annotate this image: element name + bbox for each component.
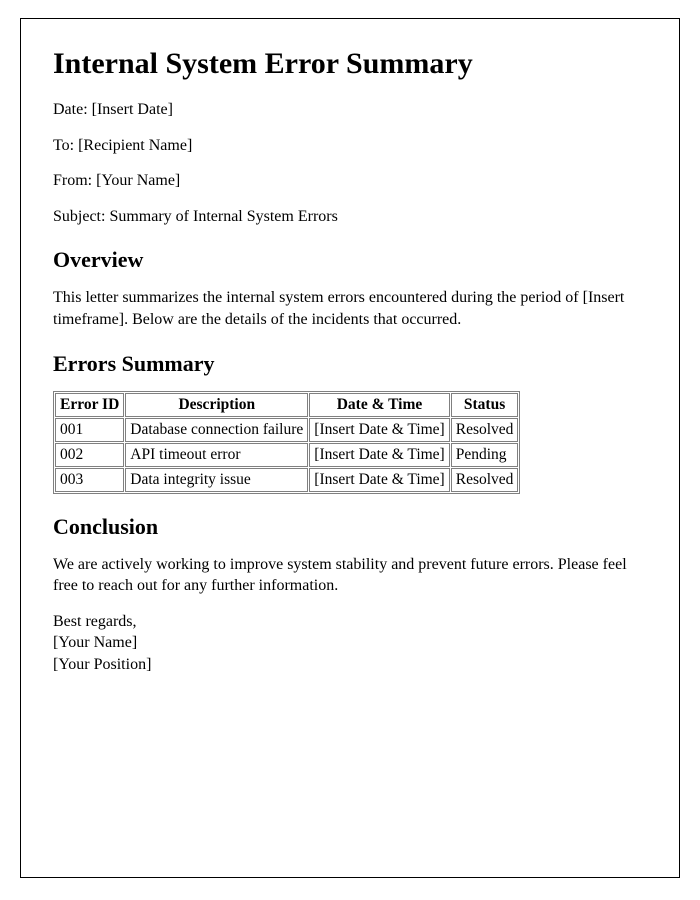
- col-error-id: Error ID: [55, 393, 124, 417]
- col-description: Description: [125, 393, 308, 417]
- signature-name: [Your Name]: [53, 632, 647, 654]
- table-row: 002 API timeout error [Insert Date & Tim…: [55, 443, 518, 467]
- cell-description: API timeout error: [125, 443, 308, 467]
- date-line: Date: [Insert Date]: [53, 99, 647, 121]
- cell-error-id: 003: [55, 468, 124, 492]
- page-title: Internal System Error Summary: [53, 47, 647, 81]
- conclusion-heading: Conclusion: [53, 514, 647, 540]
- table-header-row: Error ID Description Date & Time Status: [55, 393, 518, 417]
- col-datetime: Date & Time: [309, 393, 449, 417]
- table-row: 003 Data integrity issue [Insert Date & …: [55, 468, 518, 492]
- cell-status: Pending: [451, 443, 519, 467]
- conclusion-body: We are actively working to improve syste…: [53, 554, 647, 597]
- from-line: From: [Your Name]: [53, 170, 647, 192]
- cell-error-id: 002: [55, 443, 124, 467]
- cell-description: Data integrity issue: [125, 468, 308, 492]
- cell-description: Database connection failure: [125, 418, 308, 442]
- signature-closing: Best regards,: [53, 611, 647, 633]
- cell-status: Resolved: [451, 468, 519, 492]
- cell-status: Resolved: [451, 418, 519, 442]
- subject-line: Subject: Summary of Internal System Erro…: [53, 206, 647, 228]
- cell-datetime: [Insert Date & Time]: [309, 443, 449, 467]
- signature-position: [Your Position]: [53, 654, 647, 676]
- errors-heading: Errors Summary: [53, 351, 647, 377]
- col-status: Status: [451, 393, 519, 417]
- overview-body: This letter summarizes the internal syst…: [53, 287, 647, 330]
- cell-datetime: [Insert Date & Time]: [309, 468, 449, 492]
- cell-datetime: [Insert Date & Time]: [309, 418, 449, 442]
- cell-error-id: 001: [55, 418, 124, 442]
- to-line: To: [Recipient Name]: [53, 135, 647, 157]
- overview-heading: Overview: [53, 247, 647, 273]
- document-page: Internal System Error Summary Date: [Ins…: [20, 18, 680, 878]
- errors-table: Error ID Description Date & Time Status …: [53, 391, 520, 494]
- table-row: 001 Database connection failure [Insert …: [55, 418, 518, 442]
